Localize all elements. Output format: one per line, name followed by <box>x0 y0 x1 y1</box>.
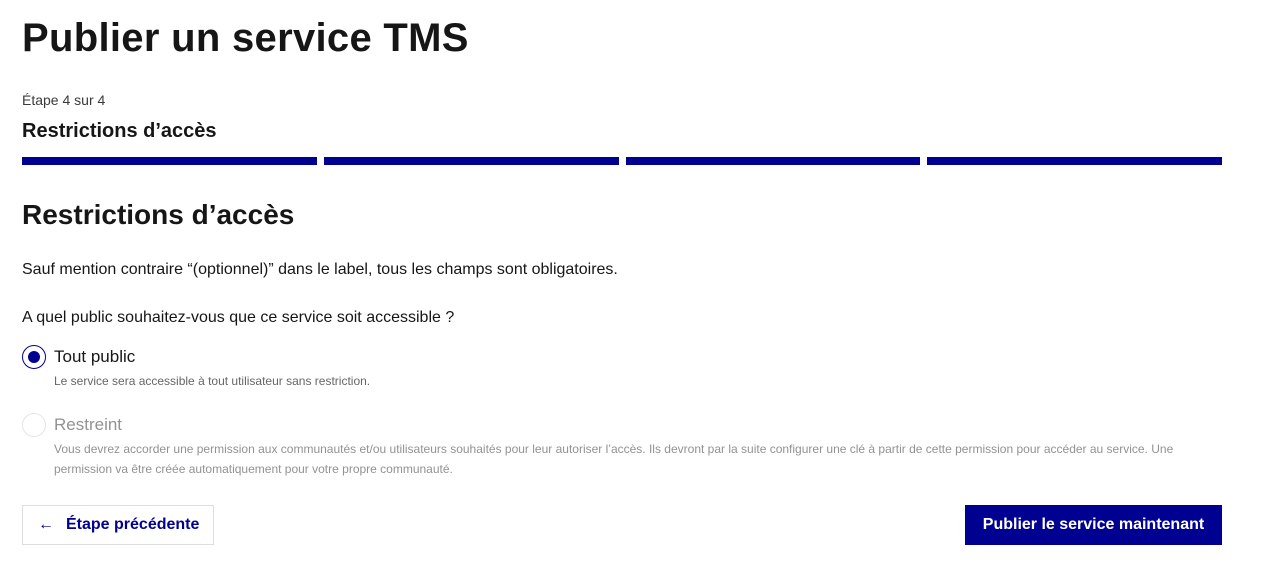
access-question-legend: A quel public souhaitez-vous que ce serv… <box>22 309 455 326</box>
radio-checked-icon[interactable] <box>22 345 46 369</box>
stepper-count: Étape 4 sur 4 <box>22 92 106 108</box>
radio-label-tout-public[interactable]: Tout public <box>54 345 1214 369</box>
radio-label-restreint[interactable]: Restreint <box>54 413 1214 437</box>
stepper-current-title: Restrictions d’accès <box>22 120 217 142</box>
stepper-segment-4 <box>927 157 1222 165</box>
arrow-left-icon: ← <box>38 516 54 533</box>
stepper-segment-2 <box>323 157 619 165</box>
radio-option-tout-public[interactable]: Tout public Le service sera accessible à… <box>22 345 1214 391</box>
publish-service-button[interactable]: Publier le service maintenant <box>965 505 1222 545</box>
previous-step-button[interactable]: ← Étape précédente <box>22 505 214 545</box>
radio-description-restreint: Vous devrez accorder une permission aux … <box>54 442 1174 476</box>
radio-unchecked-icon[interactable] <box>22 413 46 437</box>
stepper-progress-bar <box>22 157 1222 165</box>
radio-option-restreint[interactable]: Restreint Vous devrez accorder une permi… <box>22 413 1214 479</box>
section-title: Restrictions d’accès <box>22 199 295 230</box>
publish-service-label: Publier le service maintenant <box>982 516 1205 533</box>
previous-step-label: Étape précédente <box>66 516 200 533</box>
page-title: Publier un service TMS <box>22 16 469 60</box>
stepper-segment-1 <box>22 157 317 165</box>
radio-description-tout-public: Le service sera accessible à tout utilis… <box>54 374 371 388</box>
stepper-segment-3 <box>625 157 921 165</box>
required-fields-hint: Sauf mention contraire “(optionnel)” dan… <box>22 261 618 278</box>
